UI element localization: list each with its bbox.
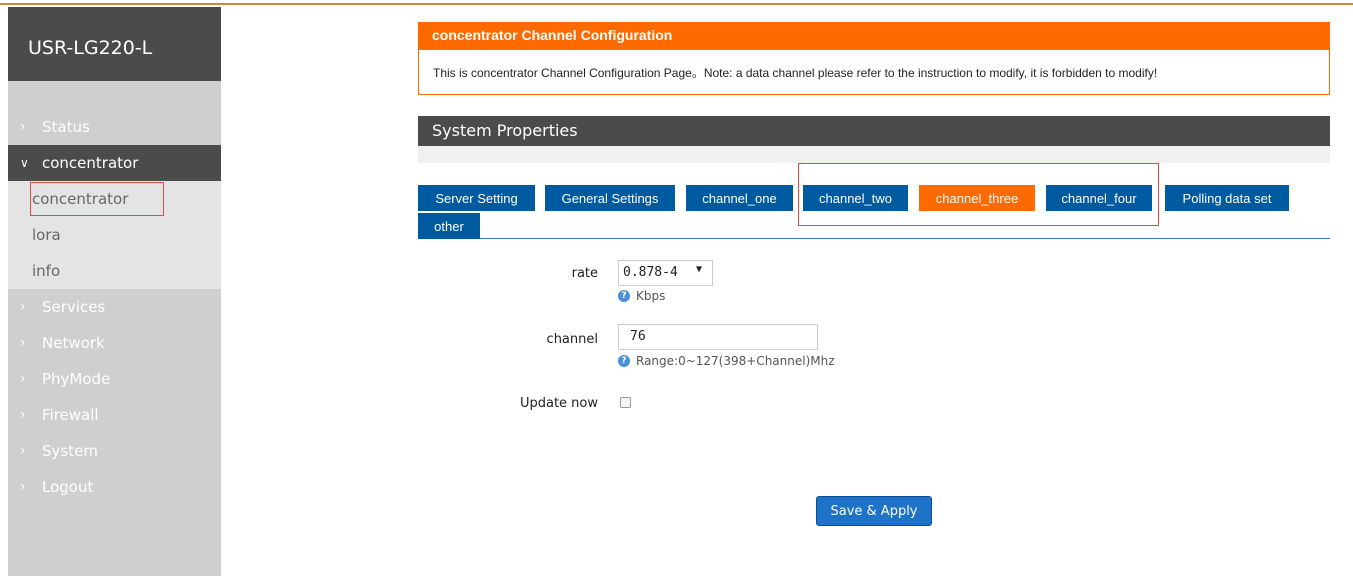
dropdown-arrow-icon: ▼: [695, 264, 702, 275]
rate-hint: ? Kbps: [618, 289, 665, 303]
sidebar-subitem-label: info: [32, 262, 61, 280]
chevron-right-icon: ›: [20, 479, 26, 495]
chevron-right-icon: ›: [20, 335, 26, 351]
sidebar-item-network[interactable]: › Network: [8, 325, 221, 361]
save-apply-button[interactable]: Save & Apply: [816, 496, 932, 526]
sidebar-item-label: Network: [42, 334, 105, 352]
sidebar-subitem-concentrator[interactable]: concentrator: [8, 181, 221, 217]
rate-select-value: 0.878-4: [623, 265, 678, 280]
channel-label: channel: [546, 332, 598, 347]
top-divider: [0, 0, 1353, 5]
chevron-right-icon: ›: [20, 119, 26, 135]
config-panel-title: concentrator Channel Configuration: [418, 22, 1330, 50]
sidebar-subitem-info[interactable]: info: [8, 253, 221, 289]
sidebar-subitem-label: lora: [32, 226, 61, 244]
sidebar-item-system[interactable]: › System: [8, 433, 221, 469]
config-panel-description: This is concentrator Channel Configurati…: [418, 50, 1330, 95]
sidebar: USR-LG220-L › Status ∨ concentrator conc…: [8, 7, 221, 576]
tab-other[interactable]: other: [418, 213, 480, 239]
channel-hint: ? Range:0~127(398+Channel)Mhz: [618, 354, 835, 368]
system-properties-strip: [418, 146, 1330, 163]
main-content: concentrator Channel Configuration This …: [418, 22, 1330, 239]
brand-title: USR-LG220-L: [8, 7, 221, 81]
sidebar-item-status[interactable]: › Status: [8, 109, 221, 145]
chevron-right-icon: ›: [20, 371, 26, 387]
tab-polling-data-set[interactable]: Polling data set: [1165, 185, 1289, 211]
sidebar-item-concentrator[interactable]: ∨ concentrator: [8, 145, 221, 181]
sidebar-item-label: concentrator: [42, 154, 139, 172]
tab-server-setting[interactable]: Server Setting: [418, 185, 535, 211]
help-icon: ?: [618, 290, 630, 302]
tab-highlight-box: [798, 163, 1159, 226]
sidebar-item-logout[interactable]: › Logout: [8, 469, 221, 505]
sidebar-subitem-lora[interactable]: lora: [8, 217, 221, 253]
chevron-right-icon: ›: [20, 299, 26, 315]
channel-hint-text: Range:0~127(398+Channel)Mhz: [636, 354, 835, 368]
sidebar-item-label: Firewall: [42, 406, 99, 424]
chevron-down-icon: ∨: [20, 156, 29, 170]
sidebar-item-label: PhyMode: [42, 370, 111, 388]
sidebar-item-services[interactable]: › Services: [8, 289, 221, 325]
tab-bar: Server Setting General Settings channel_…: [418, 163, 1330, 239]
update-now-checkbox[interactable]: [620, 397, 631, 408]
update-now-label: Update now: [519, 396, 598, 411]
rate-label: rate: [571, 266, 598, 281]
channel-input[interactable]: 76: [618, 324, 818, 350]
rate-select[interactable]: 0.878-4 ▼: [618, 260, 713, 286]
sidebar-item-label: Logout: [42, 478, 94, 496]
sidebar-item-label: Services: [42, 298, 106, 316]
chevron-right-icon: ›: [20, 407, 26, 423]
rate-hint-text: Kbps: [636, 289, 666, 303]
sidebar-item-label: Status: [42, 118, 90, 136]
sidebar-item-firewall[interactable]: › Firewall: [8, 397, 221, 433]
help-icon: ?: [618, 355, 630, 367]
sidebar-item-phymode[interactable]: › PhyMode: [8, 361, 221, 397]
system-properties-title: System Properties: [418, 116, 1330, 146]
sidebar-menu: › Status ∨ concentrator concentrator lor…: [8, 81, 221, 505]
sidebar-subitem-label: concentrator: [32, 190, 129, 208]
sidebar-item-label: System: [42, 442, 98, 460]
tab-general-settings[interactable]: General Settings: [545, 185, 675, 211]
tab-channel-one[interactable]: channel_one: [686, 185, 793, 211]
chevron-right-icon: ›: [20, 443, 26, 459]
